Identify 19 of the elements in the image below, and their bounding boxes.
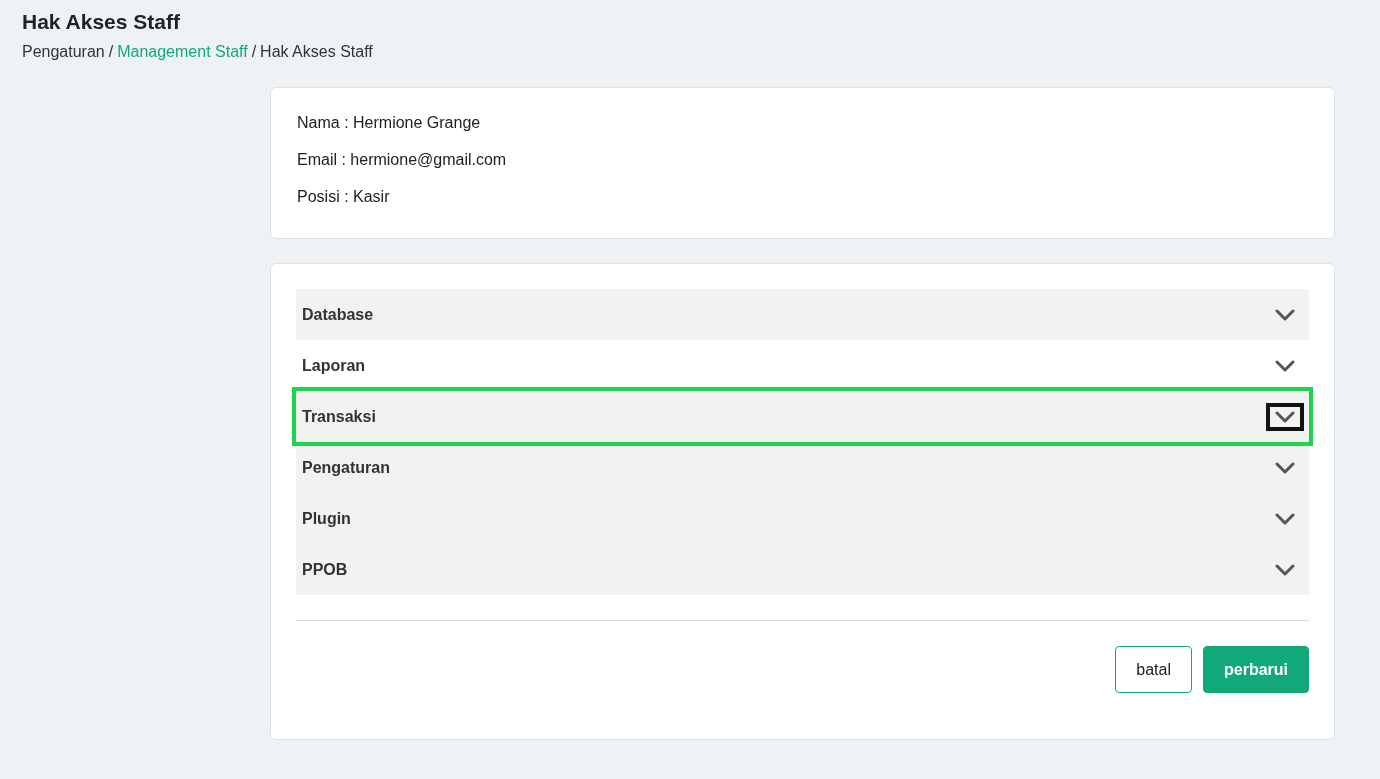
accordion-label: Transaksi xyxy=(302,407,376,426)
page-title: Hak Akses Staff xyxy=(22,10,181,34)
accordion-label: Laporan xyxy=(302,356,366,375)
accordion-label: Pengaturan xyxy=(302,458,390,477)
accordion-label: Database xyxy=(302,305,374,324)
accordion-label: PPOB xyxy=(302,560,348,579)
breadcrumb-separator: / xyxy=(251,43,257,61)
cancel-button[interactable]: batal xyxy=(1115,646,1192,693)
profile-info: Nama : Hermione Grange xyxy=(297,114,482,132)
breadcrumb-item: Pengaturan xyxy=(22,43,105,61)
accordion-label: Plugin xyxy=(302,509,351,528)
profile-info: Posisi : Kasir xyxy=(297,188,391,206)
accordion-item[interactable]: PPOB xyxy=(296,544,1309,595)
accordion-item[interactable]: Database xyxy=(296,289,1309,340)
breadcrumb-item: Hak Akses Staff xyxy=(260,43,373,61)
chevron-down-icon[interactable] xyxy=(1266,402,1304,431)
accordion-item[interactable]: Plugin xyxy=(296,493,1309,544)
profile-info: Email : hermione@gmail.com xyxy=(297,151,508,169)
breadcrumb-separator: / xyxy=(108,43,114,61)
